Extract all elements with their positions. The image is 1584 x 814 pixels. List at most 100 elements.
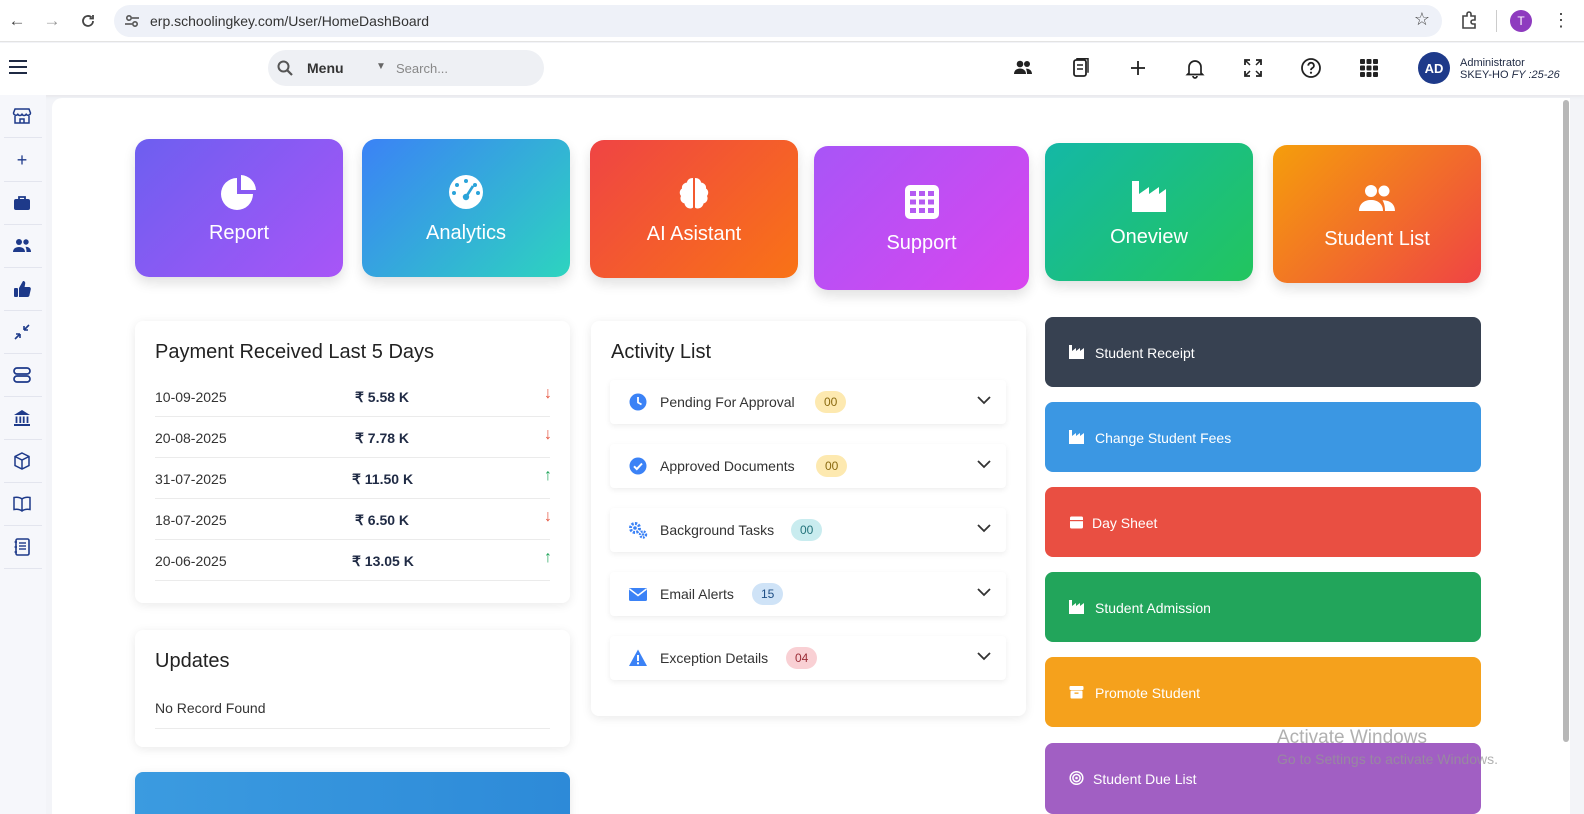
- count-badge: 00: [815, 391, 847, 413]
- student-list-tile-label: Student List: [1324, 227, 1430, 250]
- payment-amount: ₹ 5.58 K: [355, 389, 410, 405]
- student-receipt-button[interactable]: Student Receipt: [1045, 317, 1481, 387]
- gears-icon: [628, 520, 648, 540]
- chevron-down-icon[interactable]: [976, 648, 992, 664]
- sidebar-divider: [4, 525, 42, 526]
- support-tile[interactable]: Support: [814, 146, 1029, 290]
- day-sheet-button[interactable]: Day Sheet: [1045, 487, 1481, 557]
- trend-up-icon: ↑: [544, 467, 552, 484]
- payment-amount: ₹ 13.05 K: [352, 553, 414, 569]
- collapse-icon[interactable]: [11, 321, 33, 343]
- quick-link-label: Student Admission: [1095, 600, 1211, 616]
- users-icon[interactable]: [1012, 57, 1034, 79]
- caret-down-icon[interactable]: ▼: [376, 61, 386, 72]
- app-header: Menu ▼ AD Administrator SKEY-HO FY :25-2…: [0, 43, 1584, 95]
- payment-date: 18-07-2025: [155, 512, 227, 528]
- apps-grid-icon[interactable]: [1358, 57, 1380, 79]
- payment-card-title: Payment Received Last 5 Days: [155, 341, 435, 363]
- count-badge: 00: [791, 519, 823, 541]
- fullscreen-icon[interactable]: [1242, 57, 1264, 79]
- activity-item-email-alerts[interactable]: Email Alerts 15: [610, 572, 1006, 616]
- forward-arrow-icon[interactable]: →: [39, 8, 65, 34]
- sidebar-divider: [4, 396, 42, 397]
- sidebar-divider: [4, 353, 42, 354]
- store-icon[interactable]: [11, 105, 33, 127]
- box-icon[interactable]: [11, 450, 33, 472]
- server-icon[interactable]: [11, 364, 33, 386]
- count-badge: 15: [752, 583, 784, 605]
- report-tile[interactable]: Report: [135, 139, 343, 277]
- address-bar[interactable]: erp.schoolingkey.com/User/HomeDashBoard …: [114, 5, 1442, 37]
- profile-avatar[interactable]: T: [1510, 10, 1532, 32]
- menu-label[interactable]: Menu: [307, 60, 344, 76]
- notebook-icon[interactable]: [11, 536, 33, 558]
- calendar-icon: [1070, 516, 1083, 529]
- chevron-down-icon[interactable]: [976, 520, 992, 536]
- left-sidebar: +: [0, 95, 46, 814]
- activity-label: Approved Documents: [660, 458, 795, 474]
- chevron-down-icon[interactable]: [976, 584, 992, 600]
- book-icon[interactable]: [11, 493, 33, 515]
- plus-icon[interactable]: +: [11, 149, 33, 171]
- search-input[interactable]: [396, 58, 536, 78]
- documents-icon[interactable]: [1069, 57, 1091, 79]
- ai-assistant-tile-label: AI Asistant: [646, 222, 742, 245]
- site-settings-icon[interactable]: [122, 11, 142, 31]
- chevron-down-icon[interactable]: [976, 392, 992, 408]
- student-admission-button[interactable]: Student Admission: [1045, 572, 1481, 642]
- target-icon: [1069, 771, 1084, 785]
- activity-item-exception-details[interactable]: Exception Details 04: [610, 636, 1006, 680]
- sidebar-divider: [4, 568, 42, 569]
- ai-assistant-tile[interactable]: AI Asistant: [590, 140, 798, 278]
- activity-list-card: Activity List Pending For Approval 00 Ap…: [591, 321, 1026, 716]
- scrollbar-thumb[interactable]: [1563, 100, 1569, 742]
- activity-item-background-tasks[interactable]: Background Tasks 00: [610, 508, 1006, 552]
- sidebar-divider: [4, 439, 42, 440]
- student-list-tile[interactable]: Student List: [1273, 145, 1481, 283]
- table-row: 20-08-2025 ₹ 7.78 K ↓: [155, 417, 552, 458]
- bank-icon[interactable]: [11, 407, 33, 429]
- payment-amount: ₹ 6.50 K: [355, 512, 410, 528]
- help-icon[interactable]: [1300, 57, 1322, 79]
- calendar-grid-icon: [904, 184, 939, 219]
- chevron-down-icon[interactable]: [976, 456, 992, 472]
- activity-label: Background Tasks: [660, 522, 775, 538]
- back-arrow-icon[interactable]: ←: [4, 8, 30, 34]
- search-icon: [277, 60, 293, 76]
- url-text[interactable]: erp.schoolingkey.com/User/HomeDashBoard: [150, 13, 429, 29]
- plus-icon[interactable]: [1127, 57, 1149, 79]
- thumbs-up-icon[interactable]: [11, 278, 33, 300]
- bookmark-star-icon[interactable]: ☆: [1414, 9, 1430, 30]
- oneview-tile[interactable]: Oneview: [1045, 143, 1253, 281]
- user-role: Administrator: [1460, 57, 1525, 69]
- sidebar-divider: [4, 310, 42, 311]
- quick-link-label: Promote Student: [1095, 685, 1201, 701]
- sidebar-divider: [4, 482, 42, 483]
- sidebar-divider: [4, 224, 42, 225]
- updates-card-title: Updates: [155, 650, 230, 672]
- quick-link-label: Day Sheet: [1092, 515, 1158, 531]
- hamburger-menu-icon[interactable]: [9, 60, 27, 74]
- oneview-tile-label: Oneview: [1110, 225, 1188, 248]
- support-tile-label: Support: [886, 231, 957, 254]
- analytics-tile[interactable]: Analytics: [362, 139, 570, 277]
- reload-icon[interactable]: [75, 8, 101, 34]
- activity-card-title: Activity List: [611, 341, 712, 363]
- factory-icon: [1132, 180, 1166, 212]
- extensions-icon[interactable]: [1458, 9, 1480, 31]
- trend-down-icon: ↓: [544, 385, 552, 402]
- browser-menu-icon[interactable]: ⋮: [1552, 9, 1570, 31]
- school-fiscal-year: SKEY-HO FY :25-26: [1460, 69, 1560, 81]
- sidebar-divider: [4, 267, 42, 268]
- table-row: 18-07-2025 ₹ 6.50 K ↓: [155, 499, 552, 540]
- brain-icon: [679, 177, 709, 208]
- table-row: 20-06-2025 ₹ 13.05 K ↑: [155, 540, 552, 581]
- user-avatar[interactable]: AD: [1418, 52, 1450, 84]
- activity-item-approved-documents[interactable]: Approved Documents 00: [610, 444, 1006, 488]
- promote-student-button[interactable]: Promote Student: [1045, 657, 1481, 727]
- users-icon[interactable]: [11, 235, 33, 257]
- bell-icon[interactable]: [1184, 57, 1206, 79]
- change-student-fees-button[interactable]: Change Student Fees: [1045, 402, 1481, 472]
- activity-item-pending-approval[interactable]: Pending For Approval 00: [610, 380, 1006, 424]
- briefcase-icon[interactable]: [11, 192, 33, 214]
